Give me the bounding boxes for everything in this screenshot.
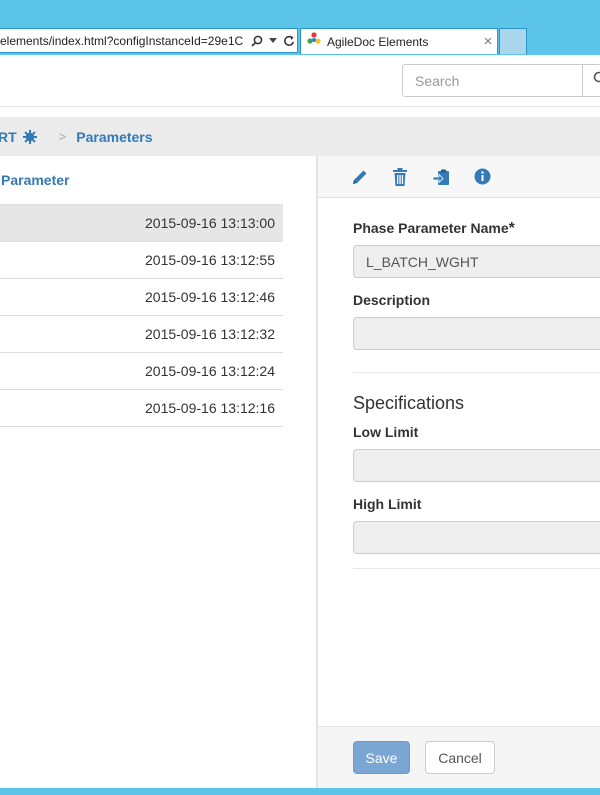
description-label: Description: [353, 292, 431, 308]
list-header[interactable]: Parameter: [0, 156, 316, 204]
breadcrumb: RT > Parameters: [0, 117, 600, 156]
list-item[interactable]: 2015-09-16 13:12:16: [0, 390, 283, 427]
tab-title: AgileDoc Elements: [327, 34, 429, 49]
divider: [353, 568, 600, 569]
gear-icon[interactable]: [22, 129, 37, 144]
detail-panel: Phase Parameter Name* L_BATCH_WGHT Descr…: [318, 156, 600, 788]
list-item-timestamp: 2015-09-16 13:12:32: [145, 326, 275, 342]
dropdown-arrow-icon[interactable]: [265, 31, 281, 51]
new-tab-button[interactable]: [499, 28, 527, 54]
breadcrumb-item-current[interactable]: Parameters: [76, 129, 152, 145]
address-url[interactable]: elements/index.html?configInstanceId=29e…: [0, 34, 249, 48]
info-icon[interactable]: [474, 165, 515, 189]
parameter-form: Phase Parameter Name* L_BATCH_WGHT Descr…: [318, 198, 600, 569]
required-marker: *: [508, 220, 515, 237]
refresh-icon[interactable]: [281, 31, 297, 51]
low-limit-field[interactable]: [353, 449, 600, 482]
detail-toolbar: [318, 156, 600, 198]
cancel-button[interactable]: Cancel: [425, 741, 495, 774]
top-navbar: [0, 55, 600, 107]
low-limit-label: Low Limit: [353, 424, 419, 440]
search-icon[interactable]: [249, 31, 265, 51]
high-limit-label: High Limit: [353, 496, 422, 512]
clipboard-icon[interactable]: [433, 165, 474, 189]
browser-tab[interactable]: AgileDoc Elements ×: [300, 28, 498, 54]
list-item-timestamp: 2015-09-16 13:12:55: [145, 252, 275, 268]
phase-parameter-name-field[interactable]: L_BATCH_WGHT: [353, 245, 600, 278]
phase-parameter-name-label: Phase Parameter Name*: [353, 220, 515, 237]
list-item[interactable]: 2015-09-16 13:12:46: [0, 279, 283, 316]
form-footer: Save Cancel: [318, 726, 600, 788]
list-item-timestamp: 2015-09-16 13:13:00: [145, 215, 275, 231]
close-icon[interactable]: ×: [479, 33, 497, 50]
list-item[interactable]: 2015-09-16 13:12:24: [0, 353, 283, 390]
address-bar[interactable]: elements/index.html?configInstanceId=29e…: [0, 28, 298, 53]
specifications-heading: Specifications: [353, 393, 465, 413]
save-button[interactable]: Save: [353, 741, 410, 774]
description-field[interactable]: [353, 317, 600, 350]
list-item[interactable]: 2015-09-16 13:12:55: [0, 242, 283, 279]
breadcrumb-separator: >: [58, 129, 67, 144]
search-input[interactable]: [402, 64, 583, 97]
list-item[interactable]: 2015-09-16 13:13:00: [0, 205, 283, 242]
browser-chrome: elements/index.html?configInstanceId=29e…: [0, 0, 600, 55]
parameter-list: 2015-09-16 13:13:00 2015-09-16 13:12:55 …: [0, 204, 283, 427]
parameter-list-panel: Parameter 2015-09-16 13:13:00 2015-09-16…: [0, 156, 318, 788]
app-window: RT > Parameters Parameter 2015-09-16 13:…: [0, 55, 600, 788]
list-item-timestamp: 2015-09-16 13:12:46: [145, 289, 275, 305]
list-item-timestamp: 2015-09-16 13:12:16: [145, 400, 275, 416]
trash-icon[interactable]: [392, 165, 433, 189]
divider: [353, 372, 600, 373]
list-item[interactable]: 2015-09-16 13:12:32: [0, 316, 283, 353]
search-button[interactable]: [582, 64, 600, 97]
list-item-timestamp: 2015-09-16 13:12:24: [145, 363, 275, 379]
breadcrumb-item-prev[interactable]: RT: [0, 129, 17, 145]
search-icon: [593, 71, 600, 90]
window-border: [0, 788, 600, 795]
favicon-icon: [307, 32, 321, 51]
high-limit-field[interactable]: [353, 521, 600, 554]
pencil-icon[interactable]: [351, 165, 392, 189]
